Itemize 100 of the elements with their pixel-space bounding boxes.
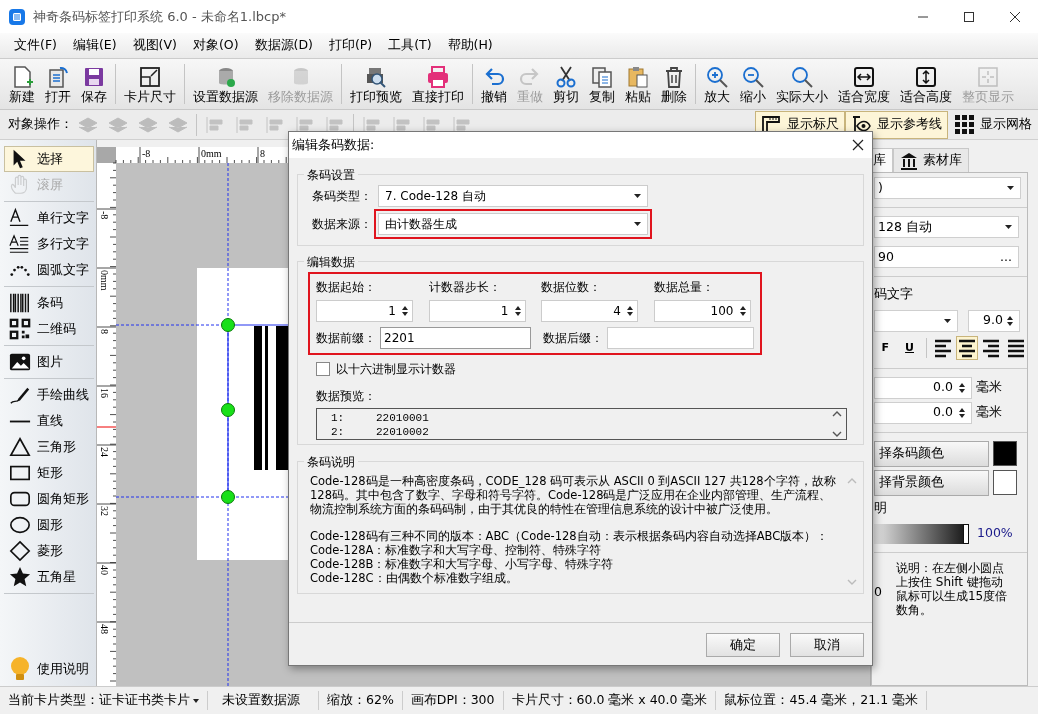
hint-text: 说明：在左侧小圆点上按住 Shift 键拖动鼠标可以生成15度倍数角。 [895,560,1008,617]
maximize-icon[interactable] [963,10,975,23]
input-field[interactable] [607,327,754,349]
toolbar-button[interactable]: 删除 [656,64,692,104]
slider-thumb[interactable] [963,523,969,544]
toolbar-button[interactable]: 剪切 [548,64,584,104]
caret-icon [1005,225,1012,229]
lightbulb-icon [9,656,31,682]
align-button[interactable] [955,335,979,360]
status-text: 卡片尺寸：60.0 毫米 x 40.0 毫米 [503,691,717,710]
more-button[interactable]: ... [1000,247,1012,267]
tool-button[interactable]: 矩形 [4,460,94,486]
color-swatch[interactable] [993,470,1017,496]
menu-item[interactable]: 打印(P) [320,36,381,55]
tool-button[interactable]: 选择 [4,146,94,172]
status-text: 未设置数据源 [208,691,319,710]
tool-button[interactable]: 五角星 [4,564,94,590]
opacity-value: 100% [977,524,1013,543]
caret-icon [193,698,199,703]
zoom-in-icon [705,64,729,89]
status-text: 鼠标位置：45.4 毫米，21.1 毫米 [716,691,928,710]
dialog-title: 编辑条码数据: [292,135,375,154]
ruler-marker [97,426,117,428]
tool-button[interactable]: 直线 [4,408,94,434]
dropdown[interactable]: 128 自动 [874,216,1019,238]
tool-button[interactable]: 条码 [4,290,94,316]
tool-button[interactable]: 圆弧文字 [4,257,94,283]
spinner-field[interactable]: 1 [428,300,526,322]
tool-button[interactable]: 多行文字 [4,231,94,257]
toolbar-button[interactable]: 实际大小 [771,64,833,104]
menu-item[interactable]: 编辑(E) [64,36,125,55]
checkbox-label: 以十六进制显示计数器 [336,361,456,378]
tool-button[interactable]: 单行文字 [4,205,94,231]
tool-button[interactable]: 圆形 [4,512,94,538]
input-field[interactable]: 2201 [380,327,532,349]
dialog-button[interactable]: 取消 [790,633,864,657]
status-text: 画布DPI：300 [402,691,504,710]
spinner-field[interactable]: 4 [541,300,638,322]
triangle-icon [9,436,31,458]
toggle-button[interactable]: 显示网格 [948,110,1038,139]
opacity-slider[interactable] [874,523,969,544]
toggle-button[interactable]: 显示参考线 [845,110,948,139]
menu-item[interactable]: 对象(O) [184,36,247,55]
panel-tab[interactable]: 素材库 [893,148,969,172]
toolbar-button[interactable]: 打印预览 [345,64,407,104]
input-field[interactable]: 90 ... [874,246,1019,268]
dropdown[interactable]: 7. Code-128 自动 [378,185,648,207]
spinner-arrows-icon [739,305,746,317]
panel-tab[interactable]: 库 [871,148,893,172]
field-label: 数据预览： [316,388,377,405]
close-icon[interactable] [852,139,864,151]
help-button[interactable]: 使用说明 [4,656,94,682]
toolbar-button[interactable]: 打开 [40,64,76,104]
menu-item[interactable]: 视图(V) [124,36,185,55]
menu-item[interactable]: 数据源(D) [246,36,321,55]
field-label: 数据来源： [312,216,372,233]
scissors-icon [554,64,578,89]
toolbar-button[interactable]: 撤销 [476,64,512,104]
color-button[interactable]: 择背景颜色 [874,469,989,496]
spinner-field[interactable]: 100 [653,300,751,322]
close-icon[interactable] [1009,10,1021,23]
menu-item[interactable]: 帮助(H) [439,36,501,55]
toolbar-button[interactable]: 放大 [699,64,735,104]
offset-field[interactable]: 0.0 [874,376,972,399]
tool-button[interactable]: 图片 [4,349,94,375]
toolbar-button[interactable]: 复制 [584,64,620,104]
caret-icon [634,194,641,198]
color-swatch[interactable] [993,441,1017,467]
color-button[interactable]: 择条码颜色 [874,440,989,467]
style-button[interactable]: U [898,335,921,360]
grid-icon [954,114,975,135]
dropdown[interactable]: ) [874,177,1021,199]
offset-field[interactable]: 0.0 [874,401,972,424]
spinner-field[interactable]: 1 [316,300,413,322]
unit-label: 毫米 [976,378,1002,397]
tool-button[interactable]: 二维码 [4,316,94,342]
printer-icon [426,64,450,89]
dropdown[interactable]: 由计数器生成 [378,213,648,235]
rotation-value: 0 [874,582,882,601]
tool-button[interactable]: 手绘曲线 [4,382,94,408]
toolbar-button[interactable]: 缩小 [735,64,771,104]
checkbox[interactable] [316,362,330,376]
tool-button[interactable]: 菱形 [4,538,94,564]
toolbar-button[interactable]: 新建 [4,64,40,104]
tool-button[interactable]: 圆角矩形 [4,486,94,512]
menu-item[interactable]: 工具(T) [380,36,440,55]
toolbar-button[interactable]: 卡片尺寸 [119,64,181,104]
toolbar-button[interactable]: 适合高度 [895,64,957,104]
dialog-button[interactable]: 确定 [706,633,780,657]
toolbar-button[interactable]: 适合宽度 [833,64,895,104]
card-type-dropdown[interactable]: 当前卡片类型：证卡证书类卡片 [0,691,208,710]
toolbar-button[interactable]: 设置数据源 [188,64,263,104]
style-button[interactable]: F [874,335,897,360]
toolbar-button[interactable]: 直接打印 [407,64,469,104]
tool-button[interactable]: 三角形 [4,434,94,460]
menu-item[interactable]: 文件(F) [6,36,65,55]
spinner-arrows-icon [402,305,408,317]
toolbar-button[interactable]: 粘贴 [620,64,656,104]
toolbar-button[interactable]: 保存 [76,64,112,104]
font-size-field[interactable]: 9.0 [968,309,1020,332]
